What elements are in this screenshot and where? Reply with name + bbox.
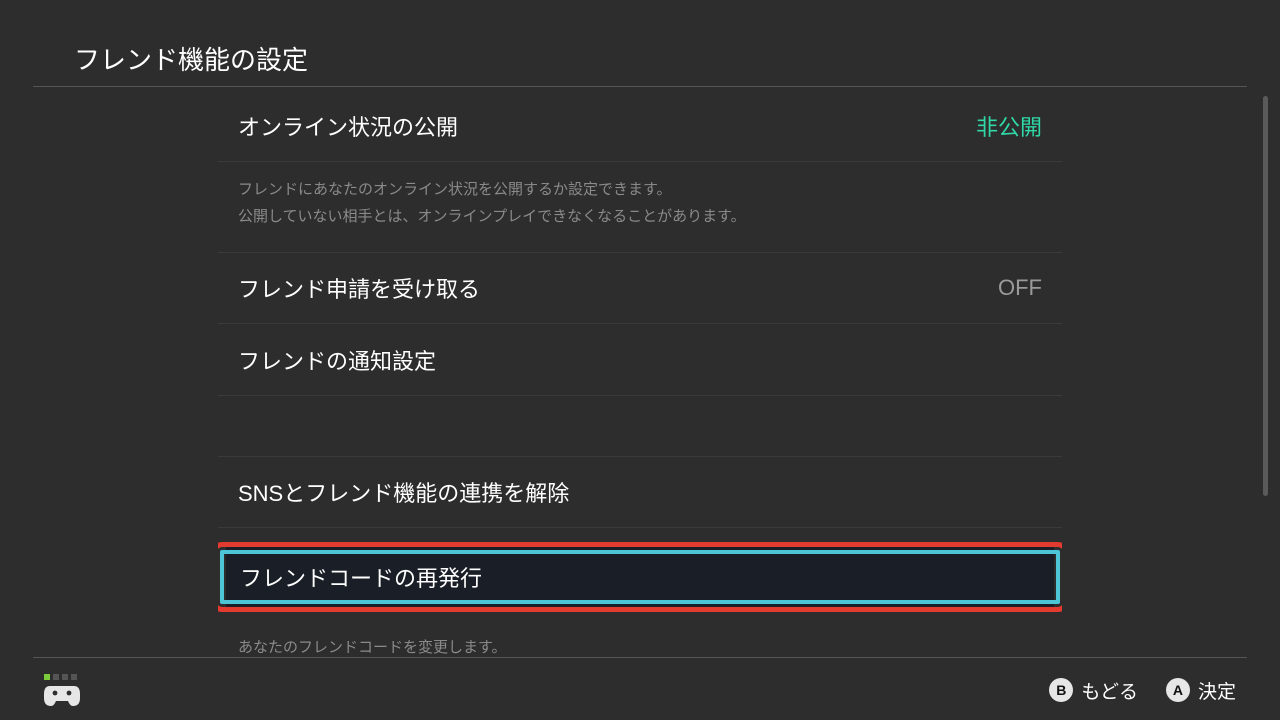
settings-list: オンライン状況の公開 非公開 フレンドにあなたのオンライン状況を公開するか設定で… xyxy=(218,90,1062,654)
footer-divider xyxy=(33,657,1247,658)
header: フレンド機能の設定 xyxy=(0,0,1280,86)
row-sns-unlink[interactable]: SNSとフレンド機能の連携を解除 xyxy=(218,456,1062,528)
scrollbar[interactable] xyxy=(1263,96,1268,656)
desc-line: 公開していない相手とは、オンラインプレイできなくなることがあります。 xyxy=(238,203,1042,230)
footer-right: B もどる A 決定 xyxy=(1049,677,1236,704)
hint-label: もどる xyxy=(1081,677,1138,704)
row-label: オンライン状況の公開 xyxy=(238,110,458,142)
online-status-description: フレンドにあなたのオンライン状況を公開するか設定できます。 公開していない相手と… xyxy=(218,162,1062,252)
page-title: フレンド機能の設定 xyxy=(74,40,1280,77)
hint-b-back[interactable]: B もどる xyxy=(1049,677,1138,704)
header-divider xyxy=(33,86,1247,87)
player-indicator xyxy=(44,674,77,680)
row-friend-request[interactable]: フレンド申請を受け取る OFF xyxy=(218,252,1062,324)
reissue-code-description: あなたのフレンドコードを変更します。 xyxy=(218,626,1062,654)
row-value: OFF xyxy=(998,275,1042,301)
row-reissue-code[interactable]: フレンドコードの再発行 xyxy=(218,542,1062,612)
controller-icon xyxy=(44,684,80,706)
b-button-icon: B xyxy=(1049,678,1073,702)
dot-icon xyxy=(44,674,50,680)
a-button-icon: A xyxy=(1166,678,1190,702)
row-label: SNSとフレンド機能の連携を解除 xyxy=(238,476,569,508)
hint-label: 決定 xyxy=(1198,677,1236,704)
footer: B もどる A 決定 xyxy=(0,660,1280,720)
row-label: フレンドコードの再発行 xyxy=(240,561,482,593)
footer-left xyxy=(44,674,80,706)
desc-line: フレンドにあなたのオンライン状況を公開するか設定できます。 xyxy=(238,176,1042,203)
row-online-status[interactable]: オンライン状況の公開 非公開 xyxy=(218,90,1062,162)
dot-icon xyxy=(62,674,68,680)
row-label: フレンドの通知設定 xyxy=(238,344,436,376)
section-gap xyxy=(218,396,1062,456)
row-value: 非公開 xyxy=(976,110,1042,142)
dot-icon xyxy=(53,674,59,680)
row-label: フレンド申請を受け取る xyxy=(238,272,480,304)
settings-screen: フレンド機能の設定 オンライン状況の公開 非公開 フレンドにあなたのオンライン状… xyxy=(0,0,1280,720)
scrollbar-thumb[interactable] xyxy=(1263,96,1268,496)
row-friend-notify[interactable]: フレンドの通知設定 xyxy=(218,324,1062,396)
hint-a-confirm[interactable]: A 決定 xyxy=(1166,677,1236,704)
dot-icon xyxy=(71,674,77,680)
